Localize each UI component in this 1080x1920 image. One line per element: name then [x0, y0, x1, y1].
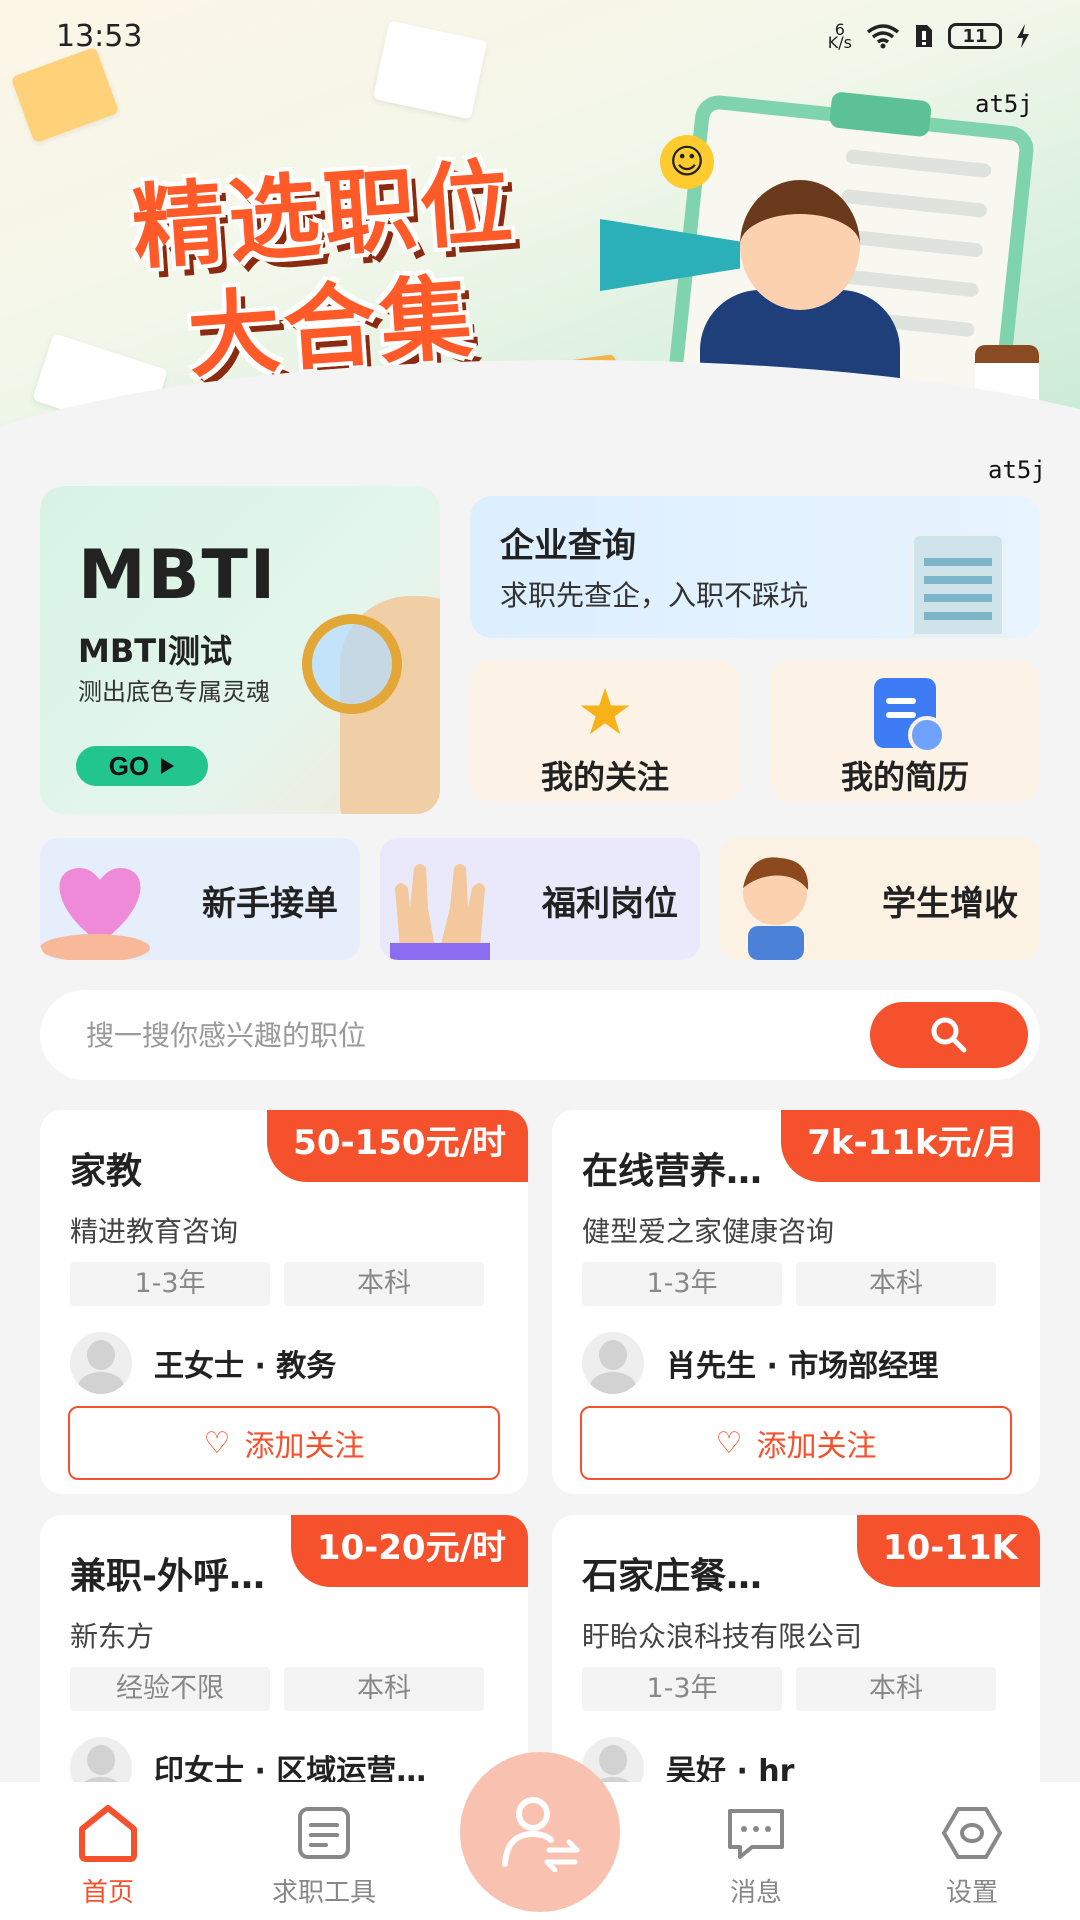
company-name: 健型爱之家健康咨询	[582, 1215, 835, 1248]
nav-item-home[interactable]: 首页	[18, 1800, 198, 1909]
heart-icon: ♡	[203, 1425, 231, 1461]
battery-icon: 11	[948, 23, 1002, 49]
search-input[interactable]	[40, 1018, 870, 1052]
category-label: 福利岗位	[542, 884, 678, 924]
job-title: 在线营养…	[582, 1151, 763, 1192]
salary-badge: 7k-11k元/月	[781, 1110, 1040, 1182]
home-icon	[79, 1805, 137, 1862]
contact-name: 王女士 · 教务	[154, 1349, 337, 1384]
nav-label: 首页	[81, 1878, 134, 1908]
heart-hands-icon	[40, 868, 150, 960]
mbti-go-button[interactable]: GO	[76, 746, 208, 786]
charging-icon	[1017, 24, 1029, 48]
mbti-description: 测出底色专属灵魂	[78, 678, 270, 706]
education-tag: 本科	[796, 1667, 996, 1711]
experience-tag: 1-3年	[582, 1667, 782, 1711]
my-follows-card[interactable]: ★ 我的关注	[470, 660, 740, 802]
add-follow-button[interactable]: ♡ 添加关注	[580, 1406, 1012, 1480]
building-icon	[910, 532, 1006, 638]
star-icon: ★	[576, 676, 634, 750]
status-time: 13:53	[56, 18, 143, 54]
job-title: 兼职-外呼…	[70, 1556, 265, 1597]
wifi-icon	[866, 24, 900, 49]
job-title: 家教	[70, 1151, 143, 1192]
education-tag: 本科	[284, 1262, 484, 1306]
nav-item-job-tools[interactable]: 求职工具	[234, 1800, 414, 1909]
experience-tag: 1-3年	[70, 1262, 270, 1306]
category-welfare-jobs[interactable]: 福利岗位	[380, 838, 700, 960]
search-icon	[931, 1017, 967, 1053]
job-card[interactable]: 家教 50-150元/时 精进教育咨询 1-3年 本科 王女士 · 教务 ♡ 添…	[40, 1110, 528, 1494]
contact-name: 肖先生 · 市场部经理	[666, 1349, 939, 1384]
company-search-description: 求职先查企，入职不踩坑	[500, 579, 809, 612]
network-speed: 6 K/s	[827, 20, 852, 52]
category-newbie-orders[interactable]: 新手接单	[40, 838, 360, 960]
switch-role-button[interactable]	[460, 1752, 620, 1912]
settings-hexagon-icon	[942, 1807, 1002, 1859]
mbti-card[interactable]: MBTI MBTI测试 测出底色专属灵魂 GO	[40, 486, 440, 814]
nav-label: 设置	[945, 1878, 998, 1908]
job-card[interactable]: 在线营养… 7k-11k元/月 健型爱之家健康咨询 1-3年 本科 肖先生 · …	[552, 1110, 1040, 1494]
nav-label: 求职工具	[271, 1878, 376, 1908]
education-tag: 本科	[284, 1667, 484, 1711]
sim-icon	[916, 25, 932, 47]
chat-bubble-icon	[728, 1809, 784, 1859]
category-student-income[interactable]: 学生增收	[720, 838, 1040, 960]
education-tag: 本科	[796, 1262, 996, 1306]
mbti-title: MBTI	[78, 536, 278, 615]
experience-tag: 1-3年	[582, 1262, 782, 1306]
salary-badge: 50-150元/时	[267, 1110, 528, 1182]
company-name: 新东方	[70, 1620, 155, 1653]
search-bar	[40, 990, 1040, 1080]
high-five-icon	[390, 864, 490, 960]
play-icon	[161, 758, 175, 774]
watermark: at5j	[988, 456, 1046, 484]
resume-icon	[874, 678, 946, 754]
banner[interactable]: ☺ 精选职位 大合集 at5j at5j 13:53 6 K/s 11	[0, 0, 1080, 520]
nav-label: 消息	[729, 1878, 782, 1908]
search-button[interactable]	[870, 1002, 1028, 1068]
document-icon	[298, 1807, 350, 1859]
company-name: 精进教育咨询	[70, 1215, 239, 1248]
smiley-icon: ☺	[660, 135, 714, 189]
category-label: 新手接单	[202, 884, 338, 924]
watermark: at5j	[975, 90, 1033, 118]
category-label: 学生增收	[882, 884, 1018, 924]
person-switch-icon	[502, 1797, 580, 1872]
status-bar: 13:53 6 K/s 11	[0, 0, 1080, 72]
salary-badge: 10-20元/时	[290, 1515, 528, 1587]
avatar	[70, 1332, 132, 1394]
salary-badge: 10-11K	[856, 1515, 1040, 1587]
heart-icon: ♡	[715, 1425, 743, 1461]
my-resume-label: 我的简历	[840, 758, 969, 796]
person-head-illustration	[740, 180, 860, 310]
student-avatar-icon	[743, 857, 809, 960]
avatar	[582, 1332, 644, 1394]
my-resume-card[interactable]: 我的简历	[770, 660, 1040, 802]
company-search-card[interactable]: 企业查询 求职先查企，入职不踩坑	[470, 496, 1040, 638]
mbti-subtitle: MBTI测试	[78, 632, 232, 670]
my-follows-label: 我的关注	[540, 758, 669, 796]
company-name: 盱眙众浪科技有限公司	[582, 1620, 863, 1653]
nav-item-settings[interactable]: 设置	[882, 1800, 1062, 1909]
nav-item-messages[interactable]: 消息	[666, 1800, 846, 1909]
company-search-title: 企业查询	[500, 526, 636, 566]
job-title: 石家庄餐…	[582, 1556, 763, 1597]
experience-tag: 经验不限	[70, 1667, 270, 1711]
add-follow-button[interactable]: ♡ 添加关注	[68, 1406, 500, 1480]
magnifier-icon	[302, 614, 402, 714]
